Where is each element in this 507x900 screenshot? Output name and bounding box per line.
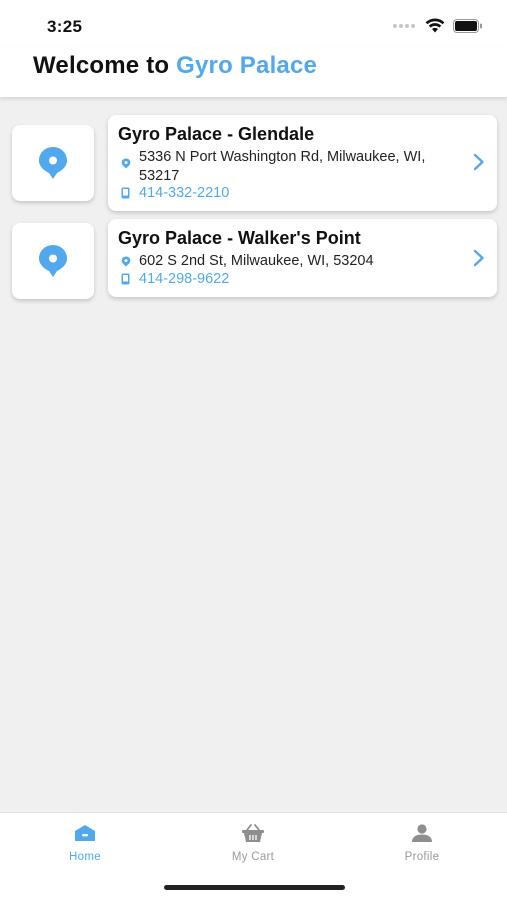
phone-icon (121, 187, 130, 199)
map-pin-icon (39, 245, 67, 277)
location-name: Gyro Palace - Walker's Point (118, 228, 361, 248)
location-card[interactable]: Gyro Palace - Walker's Point 602 S 2nd S… (108, 219, 497, 297)
battery-icon (453, 18, 483, 33)
page-title: Welcome to Gyro Palace (33, 52, 317, 80)
address-pin-icon (121, 158, 131, 169)
map-pin-icon (39, 147, 67, 179)
tab-profile-label: Profile (404, 851, 440, 863)
person-icon (412, 824, 432, 842)
tab-my-cart[interactable]: My Cart (193, 821, 313, 863)
brand-name: Gyro Palace (176, 52, 318, 79)
title-prefix: Welcome to (33, 52, 170, 79)
location-pin-tile[interactable] (12, 125, 94, 201)
location-name: Gyro Palace - Glendale (118, 124, 315, 144)
tab-home[interactable]: Home (25, 821, 145, 863)
location-row-walkers-point[interactable]: Gyro Palace - Walker's Point 602 S 2nd S… (0, 219, 507, 315)
status-time: 3:25 (47, 17, 83, 36)
chevron-right-icon[interactable] (473, 249, 485, 267)
location-phone[interactable]: 414-298-9622 (139, 271, 229, 287)
home-indicator[interactable] (164, 885, 345, 890)
location-row-glendale[interactable]: Gyro Palace - Glendale 5336 N Port Washi… (0, 115, 507, 211)
app-screen: 3:25 Welcome to Gyro Palace Gyro Palace … (0, 0, 507, 900)
status-bar: 3:25 (0, 0, 507, 48)
phone-icon (121, 273, 130, 285)
status-icons (393, 18, 483, 33)
chevron-right-icon[interactable] (473, 153, 485, 171)
address-pin-icon (121, 256, 131, 267)
location-list: Gyro Palace - Glendale 5336 N Port Washi… (0, 115, 507, 323)
tab-my-cart-label: My Cart (231, 851, 275, 863)
home-icon (75, 825, 95, 841)
location-address: 602 S 2nd St, Milwaukee, WI, 53204 (139, 253, 374, 269)
app-header: Welcome to Gyro Palace (0, 48, 507, 97)
location-card[interactable]: Gyro Palace - Glendale 5336 N Port Washi… (108, 115, 497, 211)
wifi-icon (425, 18, 445, 33)
cellular-signal-icon (393, 23, 415, 28)
tab-profile[interactable]: Profile (362, 821, 482, 863)
location-phone[interactable]: 414-332-2210 (139, 185, 229, 201)
location-pin-tile[interactable] (12, 223, 94, 299)
location-address: 5336 N Port Washington Rd, Milwaukee, WI… (139, 149, 426, 184)
tab-home-label: Home (69, 851, 101, 863)
basket-icon (242, 824, 264, 842)
